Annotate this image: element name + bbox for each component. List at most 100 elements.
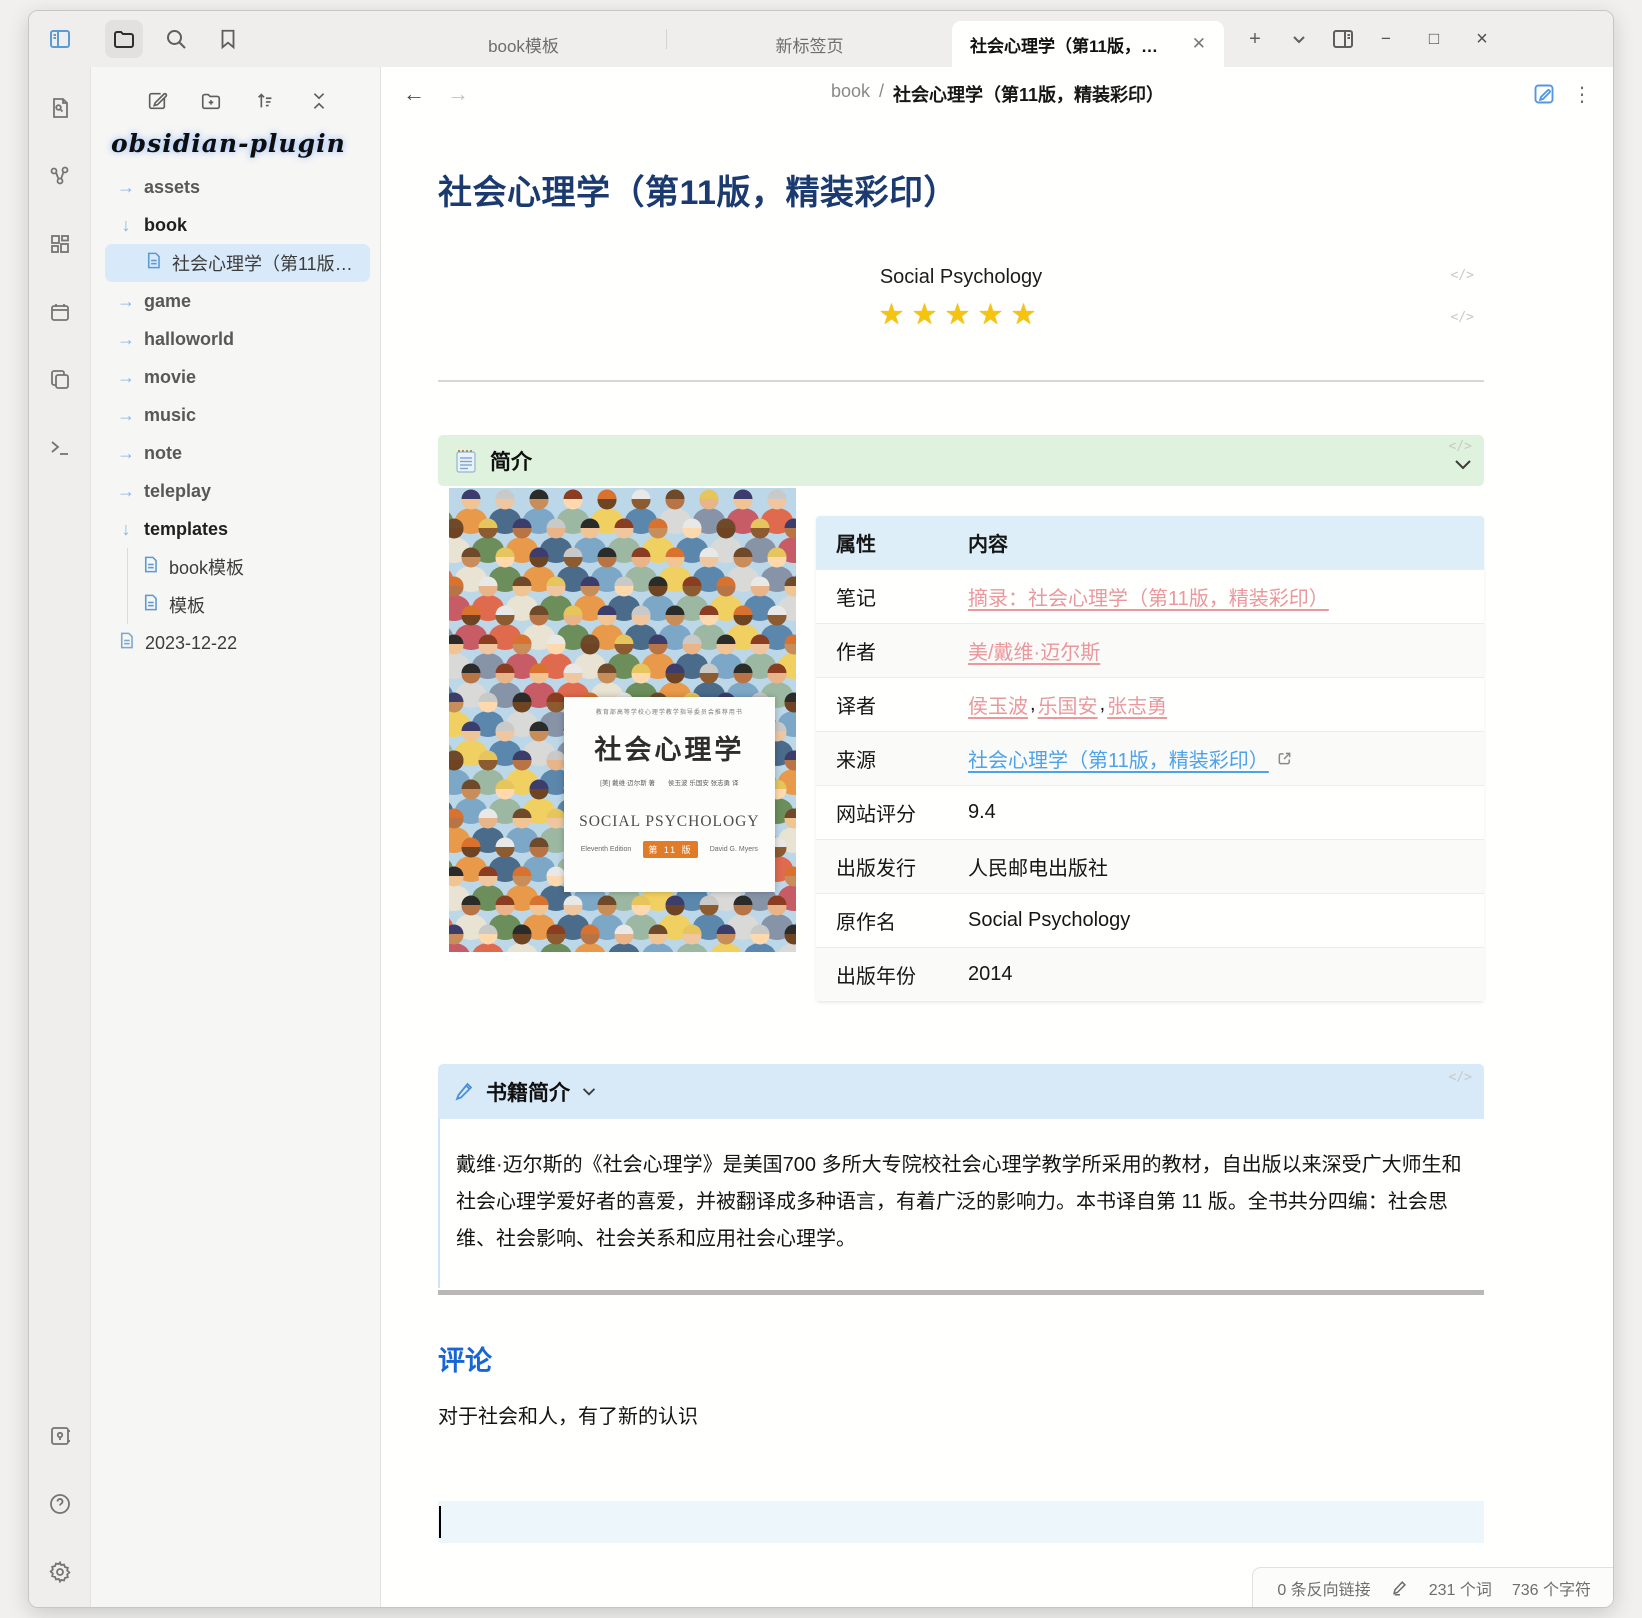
sidebar-file-template[interactable]: 模板: [127, 586, 370, 624]
word-count[interactable]: 231 个词: [1429, 1576, 1492, 1600]
translator-link[interactable]: 侯玉波: [968, 690, 1028, 719]
note-editor[interactable]: 社会心理学（第11版，精装彩印） Social Psychology </> ★…: [381, 121, 1614, 1607]
copy-template-icon[interactable]: [41, 361, 79, 399]
translator-link[interactable]: 张志勇: [1107, 690, 1167, 719]
sidebar-folder-movie[interactable]: → movie: [105, 358, 370, 396]
note-title: 社会心理学（第11版，精装彩印）: [438, 165, 1484, 214]
edit-block-code-icon[interactable]: </>: [1451, 268, 1474, 283]
vault-switcher-icon[interactable]: [41, 1417, 79, 1455]
navigate-forward-icon[interactable]: →: [447, 81, 469, 107]
backlinks-count[interactable]: 0 条反向链接: [1277, 1576, 1370, 1600]
right-sidebar-toggle-icon[interactable]: [1326, 22, 1360, 56]
sidebar-folder-halloworld[interactable]: → halloworld: [105, 320, 370, 358]
file-explorer: obsidian-plugin → assets ↓ book 社会心理学（第1…: [91, 67, 381, 1607]
collapse-chevron-icon[interactable]: [1454, 459, 1472, 471]
folder-collapsed-arrow-icon: →: [117, 367, 135, 388]
sort-order-icon[interactable]: [249, 85, 281, 117]
help-icon[interactable]: [41, 1485, 79, 1523]
folder-collapsed-arrow-icon: →: [117, 329, 135, 350]
sidebar-folder-book[interactable]: ↓ book: [105, 206, 370, 244]
edit-block-code-icon[interactable]: </>: [1449, 1070, 1472, 1085]
more-options-icon[interactable]: ⋮: [1572, 82, 1592, 107]
close-button[interactable]: ×: [1462, 22, 1502, 56]
cover-author-en: David G. Myers: [710, 846, 758, 853]
left-sidebar-toggle-icon[interactable]: [41, 20, 79, 58]
terminal-icon[interactable]: [41, 429, 79, 467]
tab-close-icon[interactable]: ✕: [1186, 32, 1212, 56]
folder-expanded-arrow-icon: ↓: [117, 215, 135, 236]
book-cover-panel: 教育部高等学校心理学教学指导委员会推荐用书 社会心理学 [美] 戴维·迈尔斯 著…: [564, 697, 776, 892]
table-row: 出版发行 人民邮电出版社: [816, 840, 1484, 894]
external-link-icon: [1277, 751, 1292, 766]
intro-callout-body: 教育部高等学校心理学教学指导委员会推荐用书 社会心理学 [美] 戴维·迈尔斯 著…: [438, 488, 1484, 1002]
edit-toggle-icon[interactable]: [1532, 82, 1556, 106]
new-tab-icon[interactable]: +: [1238, 22, 1272, 56]
bookmark-tab-icon[interactable]: [209, 20, 247, 58]
rating-stars: ★★★★★: [438, 297, 1484, 332]
collapse-all-icon[interactable]: [303, 85, 335, 117]
table-row: 网站评分 9.4: [816, 786, 1484, 840]
sidebar-folder-assets[interactable]: → assets: [105, 168, 370, 206]
source-link[interactable]: 社会心理学（第11版，精装彩印）: [968, 744, 1269, 773]
new-folder-icon[interactable]: [195, 85, 227, 117]
tab-list-chevron-icon[interactable]: [1282, 22, 1316, 56]
sidebar-folder-templates[interactable]: ↓ templates: [105, 510, 370, 548]
tab-book-template[interactable]: book模板: [381, 21, 666, 67]
document-icon: [117, 631, 136, 655]
canvas-icon[interactable]: [41, 225, 79, 263]
folder-expanded-arrow-icon: ↓: [117, 519, 135, 540]
tab-new-tab[interactable]: 新标签页: [667, 21, 952, 67]
settings-gear-icon[interactable]: [41, 1553, 79, 1591]
sidebar-folder-note[interactable]: → note: [105, 434, 370, 472]
left-ribbon: [29, 67, 91, 1607]
tab-tools: +: [1238, 22, 1360, 56]
ribbon-top: [29, 11, 91, 67]
edit-block-code-icon[interactable]: </>: [1449, 439, 1472, 454]
notepad-icon: [454, 448, 478, 474]
breadcrumb-title[interactable]: 社会心理学（第11版，精装彩印）: [893, 81, 1164, 107]
maximize-button[interactable]: □: [1414, 22, 1454, 56]
edit-block-code-icon[interactable]: </>: [1451, 310, 1474, 325]
calendar-icon[interactable]: [41, 293, 79, 331]
active-edit-line[interactable]: [438, 1501, 1484, 1543]
sidebar-folder-teleplay[interactable]: → teleplay: [105, 472, 370, 510]
translator-link[interactable]: 乐国安: [1038, 690, 1098, 719]
edit-mode-pencil-icon[interactable]: [1391, 1579, 1409, 1597]
new-note-icon[interactable]: [141, 85, 173, 117]
book-intro-callout-header[interactable]: 书籍简介 </>: [438, 1064, 1484, 1119]
sidebar-folder-music[interactable]: → music: [105, 396, 370, 434]
table-row: 原作名 Social Psychology: [816, 894, 1484, 948]
breadcrumb-separator: /: [879, 81, 884, 107]
obsidian-window: book模板 新标签页 社会心理学（第11版，… ✕ + − □ ×: [28, 10, 1614, 1608]
note-subtitle: Social Psychology: [438, 266, 1484, 289]
tab-social-psychology[interactable]: 社会心理学（第11版，… ✕: [952, 21, 1224, 67]
document-icon: [144, 251, 163, 275]
author-link[interactable]: 美/戴维·迈尔斯: [968, 636, 1100, 665]
graph-view-icon[interactable]: [41, 157, 79, 195]
folder-collapsed-arrow-icon: →: [117, 443, 135, 464]
book-intro-callout-title: 书籍简介: [486, 1077, 570, 1107]
minimize-button[interactable]: −: [1366, 22, 1406, 56]
folder-collapsed-arrow-icon: →: [117, 177, 135, 198]
note-link[interactable]: 摘录：社会心理学（第11版，精装彩印）: [968, 582, 1329, 611]
table-row: 译者 侯玉波,乐国安,张志勇: [816, 678, 1484, 732]
folder-collapsed-arrow-icon: →: [117, 405, 135, 426]
navigate-back-icon[interactable]: ←: [403, 81, 425, 107]
sidebar-file-social-psychology[interactable]: 社会心理学（第11版，…: [105, 244, 370, 282]
intro-callout-header[interactable]: 简介 </>: [438, 435, 1484, 486]
quick-switcher-icon[interactable]: [41, 89, 79, 127]
files-tab-icon[interactable]: [105, 20, 143, 58]
pencil-icon: [454, 1081, 474, 1103]
char-count[interactable]: 736 个字符: [1512, 1576, 1591, 1600]
table-header-row: 属性 内容: [816, 516, 1484, 570]
sidebar-file-daily-note[interactable]: 2023-12-22: [105, 624, 370, 662]
collapse-chevron-icon[interactable]: [582, 1087, 596, 1097]
document-icon: [141, 555, 160, 579]
sidebar-file-book-template[interactable]: book模板: [127, 548, 370, 586]
vault-title[interactable]: obsidian-plugin: [101, 127, 374, 168]
search-tab-icon[interactable]: [157, 20, 195, 58]
cover-byline: [美] 戴维·迈尔斯 著 侯玉波 乐国安 张志勇 译: [600, 777, 738, 787]
breadcrumb-folder[interactable]: book: [831, 81, 870, 107]
sidebar-folder-game[interactable]: → game: [105, 282, 370, 320]
file-tree: → assets ↓ book 社会心理学（第11版，… → game → ha…: [101, 168, 374, 662]
